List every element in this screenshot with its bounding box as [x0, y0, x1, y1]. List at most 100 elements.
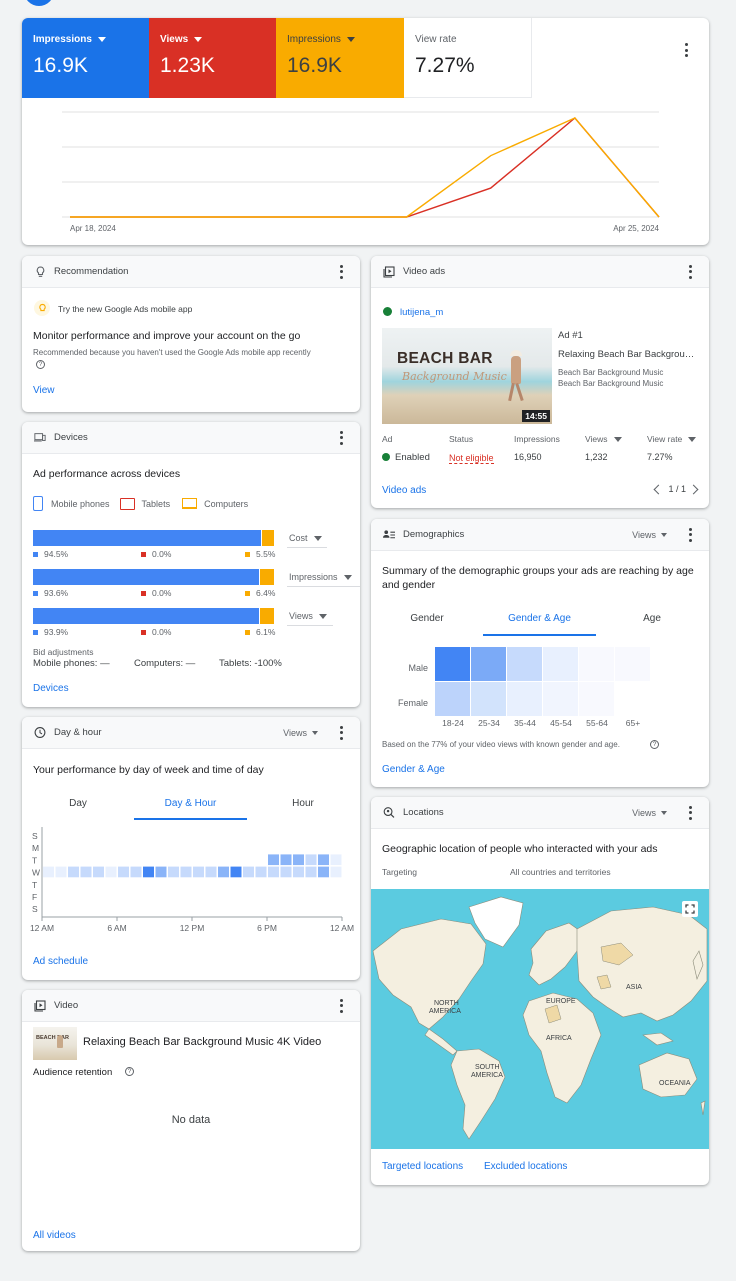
- demo-cell[interactable]: [471, 647, 506, 681]
- col-view-rate[interactable]: View rate: [647, 434, 696, 444]
- targeted-locations-link[interactable]: Targeted locations: [382, 1161, 463, 1172]
- demo-cell[interactable]: [435, 682, 470, 716]
- demo-cell[interactable]: [543, 682, 578, 716]
- bar-segment-computer[interactable]: [261, 530, 275, 546]
- heatmap-cell[interactable]: [205, 866, 217, 878]
- overview-more-button[interactable]: [681, 43, 691, 57]
- heatmap-cell[interactable]: [318, 866, 329, 878]
- bar-segment-computer[interactable]: [259, 569, 275, 585]
- more-button[interactable]: [685, 527, 695, 542]
- heatmap-cell[interactable]: [293, 854, 304, 866]
- bar-segment-computer[interactable]: [260, 608, 275, 624]
- chevron-left-icon[interactable]: [654, 484, 664, 494]
- video-title[interactable]: Relaxing Beach Bar Background Music 4K V…: [83, 1036, 321, 1048]
- ad-schedule-link[interactable]: Ad schedule: [33, 956, 88, 967]
- heatmap-cell[interactable]: [218, 866, 229, 878]
- more-button[interactable]: [685, 805, 695, 820]
- help-icon[interactable]: ?: [36, 360, 45, 369]
- metric-selector-cost[interactable]: Cost: [289, 533, 322, 543]
- demo-cell[interactable]: [507, 682, 542, 716]
- more-button[interactable]: [336, 264, 346, 279]
- heatmap-cell[interactable]: [330, 866, 342, 878]
- devices-link[interactable]: Devices: [33, 683, 69, 694]
- heatmap-cell[interactable]: [43, 866, 54, 878]
- demo-cell[interactable]: [579, 647, 614, 681]
- gender-age-link[interactable]: Gender & Age: [382, 764, 445, 775]
- tab-hour[interactable]: Hour: [258, 798, 348, 809]
- tab-day-hour[interactable]: Day & Hour: [134, 798, 247, 809]
- heatmap-cell[interactable]: [180, 866, 192, 878]
- demo-cell[interactable]: [615, 647, 650, 681]
- demo-cell[interactable]: [543, 647, 578, 681]
- heatmap-cell[interactable]: [93, 866, 104, 878]
- tab-gender-age[interactable]: Gender & Age: [483, 613, 596, 624]
- fullscreen-icon[interactable]: [682, 901, 698, 917]
- heatmap-cell[interactable]: [305, 866, 317, 878]
- more-button[interactable]: [336, 998, 346, 1013]
- demo-cell[interactable]: [507, 647, 542, 681]
- col-views[interactable]: Views: [585, 434, 622, 444]
- bar-segment-mobile[interactable]: [33, 530, 262, 546]
- heatmap-cell[interactable]: [268, 854, 279, 866]
- demo-cell[interactable]: [579, 682, 614, 716]
- heatmap-cell[interactable]: [305, 854, 317, 866]
- heatmap-cell[interactable]: [230, 866, 242, 878]
- metric-selector-impressions[interactable]: Impressions: [289, 572, 352, 582]
- bid-computers: Computers: —: [134, 658, 196, 669]
- help-icon[interactable]: ?: [125, 1067, 134, 1076]
- heatmap-cell[interactable]: [155, 866, 167, 878]
- heatmap-cell[interactable]: [143, 866, 154, 878]
- tab-gender[interactable]: Gender: [382, 613, 472, 624]
- metric-tile-impressions[interactable]: Impressions 16.9K: [22, 18, 149, 98]
- video-thumbnail[interactable]: BEACH BAR: [33, 1027, 77, 1060]
- heatmap-cell[interactable]: [80, 866, 92, 878]
- metric-tile-views[interactable]: Views 1.23K: [149, 18, 276, 98]
- status-not-eligible[interactable]: Not eligible: [449, 453, 494, 464]
- ad-title[interactable]: Relaxing Beach Bar Backgrou…: [558, 349, 694, 360]
- more-button[interactable]: [336, 430, 346, 445]
- heatmap-cell[interactable]: [280, 866, 292, 878]
- metric-dropdown[interactable]: Views: [283, 728, 318, 738]
- metric-dropdown[interactable]: Views: [632, 530, 667, 540]
- demo-cell[interactable]: [435, 647, 470, 681]
- heatmap-cell[interactable]: [268, 866, 279, 878]
- lightbulb-icon: [34, 300, 50, 316]
- heatmap-cell[interactable]: [130, 866, 142, 878]
- tab-age[interactable]: Age: [607, 613, 697, 624]
- avatar[interactable]: [24, 0, 54, 6]
- heatmap-cell[interactable]: [105, 866, 117, 878]
- heatmap-cell[interactable]: [55, 866, 67, 878]
- heatmap-cell[interactable]: [168, 866, 179, 878]
- heatmap-cell[interactable]: [68, 866, 79, 878]
- heatmap-cell[interactable]: [255, 866, 267, 878]
- tab-day[interactable]: Day: [33, 798, 123, 809]
- metric-tile-view-rate[interactable]: View rate 7.27%: [404, 18, 532, 98]
- legend-swatch: [245, 590, 250, 596]
- metric-tile-impressions-2[interactable]: Impressions 16.9K: [276, 18, 404, 98]
- excluded-locations-link[interactable]: Excluded locations: [484, 1161, 567, 1172]
- heatmap-cell[interactable]: [280, 854, 292, 866]
- device-bar-views: [33, 608, 275, 624]
- heatmap-cell[interactable]: [118, 866, 129, 878]
- bar-segment-mobile[interactable]: [33, 608, 261, 624]
- bar-segment-mobile[interactable]: [33, 569, 260, 585]
- metric-selector-views[interactable]: Views: [289, 611, 327, 621]
- ad-thumbnail[interactable]: BEACH BAR Background Music 14:55: [382, 328, 552, 424]
- world-map[interactable]: ASIA EUROPE NORTH AMERICA AFRICA SOUTH A…: [371, 889, 709, 1149]
- video-ads-link[interactable]: Video ads: [382, 485, 426, 496]
- help-icon[interactable]: ?: [650, 740, 659, 749]
- demo-cell[interactable]: [471, 682, 506, 716]
- heatmap-cell[interactable]: [318, 854, 329, 866]
- heatmap-cell[interactable]: [330, 854, 342, 866]
- channel-link[interactable]: lutijena_m: [400, 307, 443, 318]
- heatmap-cell[interactable]: [243, 866, 254, 878]
- chevron-right-icon[interactable]: [688, 484, 699, 494]
- locations-title: Geographic location of people who intera…: [382, 843, 658, 855]
- all-videos-link[interactable]: All videos: [33, 1230, 76, 1241]
- more-button[interactable]: [685, 264, 695, 279]
- view-link[interactable]: View: [33, 385, 55, 396]
- metric-dropdown[interactable]: Views: [632, 808, 667, 818]
- more-button[interactable]: [336, 725, 346, 740]
- heatmap-cell[interactable]: [193, 866, 204, 878]
- heatmap-cell[interactable]: [293, 866, 304, 878]
